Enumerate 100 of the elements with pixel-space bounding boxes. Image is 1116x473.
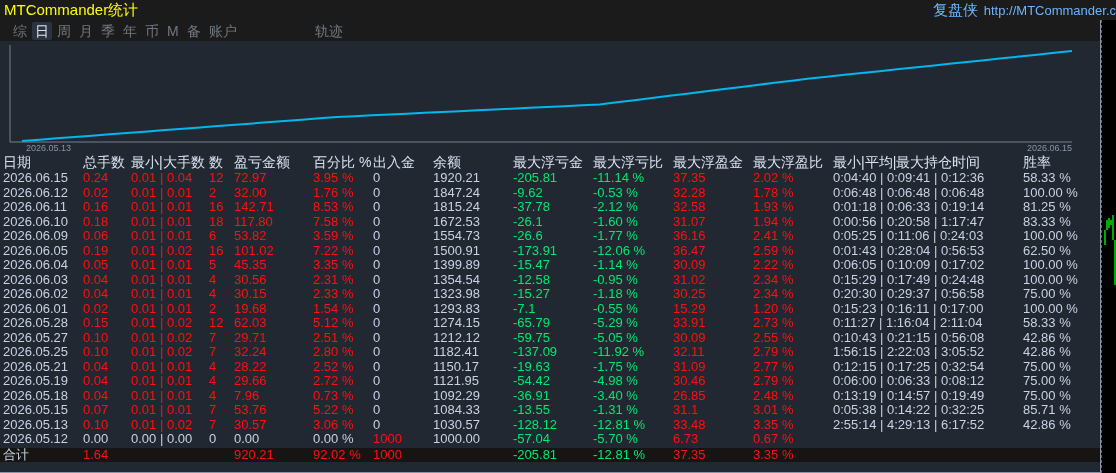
table-cell-text: 32.24 xyxy=(234,345,268,360)
period-tab[interactable]: 周 xyxy=(54,21,74,40)
table-cell-text: 6.73 xyxy=(673,432,700,447)
table-cell-text: 32.58 xyxy=(673,200,707,215)
table-cell-text: 7 xyxy=(209,417,218,432)
column-header: 最大浮盈金 xyxy=(673,153,744,171)
table-cell-text: 1.54 % xyxy=(313,301,355,316)
table-cell-text: 30.25 xyxy=(673,287,707,302)
table-cell-text: 2026.05.12 xyxy=(3,432,70,447)
table-cell-text: -36.91 xyxy=(513,388,551,403)
table-cell-text: 28.22 xyxy=(234,359,268,374)
table-cell-text: 0.24 xyxy=(83,171,110,186)
table-cell-text: 4 xyxy=(209,374,218,389)
table-cell-text: 2026.05.27 xyxy=(3,330,70,345)
table-cell-text: 42.86 % xyxy=(1023,330,1072,345)
table-cell-text: 0:10:43 | 0:21:15 | 0:56:08 xyxy=(833,330,986,345)
table-cell-text: 2.79 % xyxy=(753,374,795,389)
table-cell-text: 1.93 % xyxy=(753,200,795,215)
table-cell-text: 3.35 % xyxy=(313,258,355,273)
table-cell-text: 1554.73 xyxy=(433,229,481,244)
table-cell-text: 117.80 xyxy=(234,214,274,229)
table-cell-text: 26.85 xyxy=(673,388,707,403)
table-cell-text: -1.31 % xyxy=(593,403,639,418)
period-tab[interactable]: 季 xyxy=(98,21,118,40)
table-cell-text: 2026.06.04 xyxy=(3,258,70,273)
table-cell-text: 30.57 xyxy=(234,417,268,432)
table-cell-text: 81.25 % xyxy=(1023,200,1072,215)
website-link[interactable]: http://MTCommander.c xyxy=(983,2,1116,18)
column-header: 最小|平均|最大持仓时间 xyxy=(833,153,982,171)
table-cell-text: 2026.06.01 xyxy=(3,301,70,316)
table-cell-text: 1182.41 xyxy=(433,345,481,360)
table-cell-text: 2.34 % xyxy=(753,272,795,287)
brand-name: 复盘侠 xyxy=(932,0,978,20)
table-cell-text: 2026.06.15 xyxy=(3,171,70,186)
table-cell-text: 0 xyxy=(373,316,382,331)
table-cell-text: 2026.05.21 xyxy=(3,359,70,374)
table-cell-text: -13.55 xyxy=(513,403,551,418)
table-cell-text: -11.92 % xyxy=(593,345,646,360)
table-cell-text: 16 xyxy=(209,200,225,215)
column-header: 出入金 xyxy=(373,153,416,171)
period-tab[interactable]: 年 xyxy=(120,21,140,40)
period-tab[interactable]: 备 xyxy=(183,21,204,40)
table-cell-text: 3.06 % xyxy=(313,417,355,432)
table-cell-text: 18 xyxy=(209,214,225,229)
table-cell-text: 1323.98 xyxy=(433,287,481,302)
period-tab[interactable]: 日 xyxy=(32,21,52,40)
table-cell-text: 2026.05.13 xyxy=(3,417,70,432)
table-cell-text: 0.10 xyxy=(83,330,110,345)
table-cell-text: 2.73 % xyxy=(753,316,795,331)
table-cell-text: 2026.05.15 xyxy=(3,403,70,418)
table-cell-text: 1121.95 xyxy=(433,374,481,389)
period-tab[interactable]: 账户 xyxy=(205,21,240,40)
period-tab[interactable]: 月 xyxy=(76,21,96,40)
table-cell-text: 0.18 xyxy=(83,214,110,229)
table-cell-text: 0.01 | 0.01 xyxy=(131,374,194,389)
table-cell-text: -15.27 xyxy=(513,287,551,302)
table-cell-text: 0.10 xyxy=(83,417,110,432)
table-cell-text: 2.77 % xyxy=(753,359,795,374)
table-cell-text: 36.47 xyxy=(673,243,707,258)
table-cell-text: -1.18 % xyxy=(593,287,639,302)
period-tab[interactable]: 综 xyxy=(10,21,30,40)
table-cell-text: -11.14 % xyxy=(593,171,646,186)
table-cell-text: 75.00 % xyxy=(1023,287,1072,302)
column-header: 最小|大手数 xyxy=(131,153,206,171)
table-cell-text: -26.1 xyxy=(513,214,544,229)
table-cell-text: 7 xyxy=(209,403,218,418)
table-cell-text: -9.62 xyxy=(513,185,544,200)
table-cell-text: -54.42 xyxy=(513,374,551,389)
table-cell-text: 合计 xyxy=(3,447,30,462)
table-cell-text: 101.02 xyxy=(234,243,275,258)
table-cell-text: 0:15:23 | 0:16:11 | 0:17:00 xyxy=(833,301,985,316)
column-header: 百分比 % xyxy=(313,153,373,171)
table-cell-text: 12 xyxy=(209,171,225,186)
period-tab[interactable]: M xyxy=(164,21,182,40)
column-header: 最大浮盈比 xyxy=(753,153,824,171)
table-cell-text: 100.00 % xyxy=(1023,229,1079,244)
period-tab[interactable]: 轨迹 xyxy=(311,21,346,40)
table-cell-text: 32.00 xyxy=(234,185,268,200)
table-cell-text: -37.78 xyxy=(513,200,551,215)
column-header: 数 xyxy=(209,153,224,171)
table-cell-text: 0.04 xyxy=(83,374,110,389)
period-tab[interactable]: 币 xyxy=(142,21,162,40)
axis-label: 2026.05.13 xyxy=(26,143,72,153)
table-cell-text: 142.71 xyxy=(234,200,275,215)
table-cell-text: -205.81 xyxy=(513,171,559,186)
table-cell-text: 62.03 xyxy=(234,316,268,331)
table-cell-text: -65.79 xyxy=(513,316,551,331)
table-cell-text: 2.55 % xyxy=(753,330,795,345)
table-cell-text: 2.31 % xyxy=(313,272,355,287)
table-cell-text: 31.1 xyxy=(673,403,700,418)
table-cell-text: -4.98 % xyxy=(593,374,639,389)
table-cell-text: 100.00 % xyxy=(1023,258,1079,273)
table-cell-text: -5.29 % xyxy=(593,316,639,331)
table-cell-text: 0.01 | 0.02 xyxy=(131,330,194,345)
table-cell-text: 29.71 xyxy=(234,330,268,345)
table-cell-text: 0.07 xyxy=(83,403,110,418)
table-cell-text: 1399.89 xyxy=(433,258,481,273)
table-cell-text: 2 xyxy=(209,301,218,316)
table-cell-text: 1672.53 xyxy=(433,214,481,229)
table-cell-text: 0:20:30 | 0:29:37 | 0:56:58 xyxy=(833,287,986,302)
